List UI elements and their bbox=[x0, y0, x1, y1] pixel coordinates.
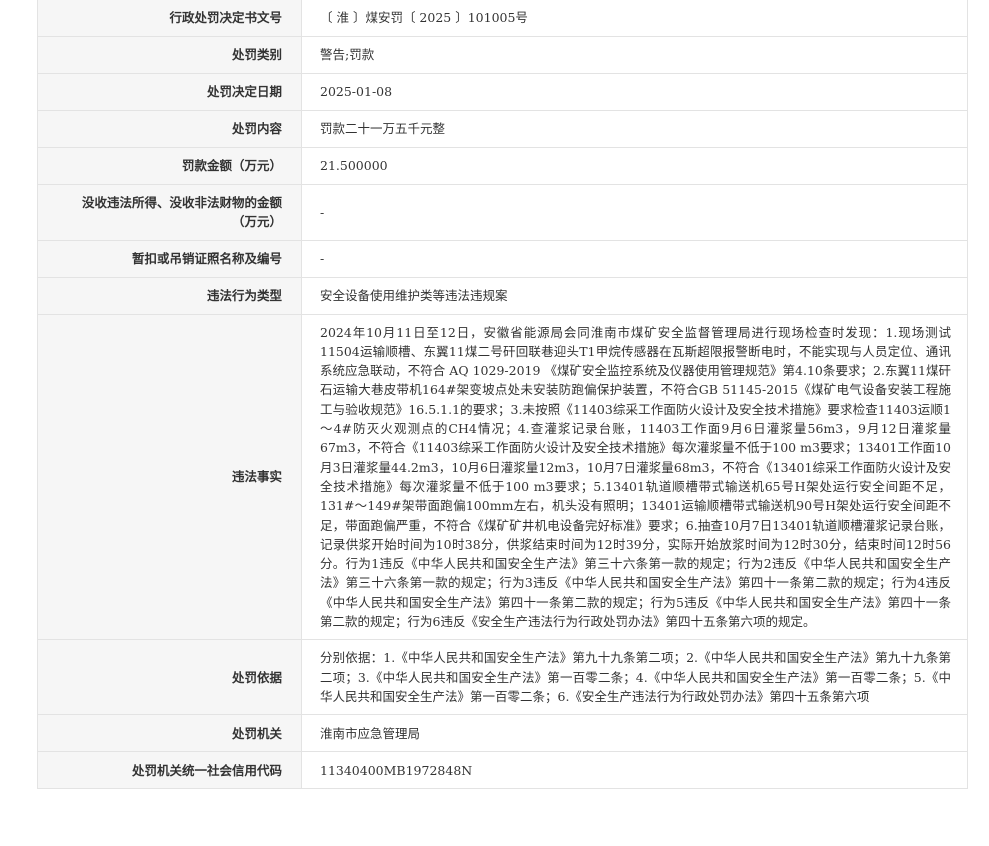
penalty-basis-value: 分别依据：1.《中华人民共和国安全生产法》第九十九条第二项；2.《中华人民共和国… bbox=[301, 639, 968, 716]
license-suspension-value: - bbox=[301, 239, 968, 278]
violation-type-label: 违法行为类型 bbox=[37, 276, 302, 315]
violation-facts-value: 2024年10月11日至12日，安徽省能源局会同淮南市煤矿安全监督管理局进行现场… bbox=[301, 313, 968, 641]
license-suspension-label: 暂扣或吊销证照名称及编号 bbox=[37, 239, 302, 278]
penalty-category-value: 警告;罚款 bbox=[301, 36, 968, 74]
decision-number-label: 行政处罚决定书文号 bbox=[37, 0, 302, 37]
authority-credit-code-value: 11340400MB1972848N bbox=[301, 751, 968, 790]
penalty-basis-label: 处罚依据 bbox=[37, 639, 302, 716]
penalty-authority-label: 处罚机关 bbox=[37, 714, 302, 753]
row-penalty-basis: 处罚依据 分别依据：1.《中华人民共和国安全生产法》第九十九条第二项；2.《中华人… bbox=[37, 639, 968, 716]
decision-number-value: 〔 淮 〕煤安罚〔 2025 〕101005号 bbox=[301, 0, 968, 37]
penalty-content-value: 罚款二十一万五千元整 bbox=[301, 110, 968, 148]
authority-credit-code-label: 处罚机关统一社会信用代码 bbox=[37, 751, 302, 790]
row-license-suspension: 暂扣或吊销证照名称及编号 - bbox=[37, 239, 968, 278]
row-penalty-authority: 处罚机关 淮南市应急管理局 bbox=[37, 714, 968, 753]
row-decision-date: 处罚决定日期 2025-01-08 bbox=[37, 73, 968, 111]
row-violation-type: 违法行为类型 安全设备使用维护类等违法违规案 bbox=[37, 276, 968, 315]
row-penalty-category: 处罚类别 警告;罚款 bbox=[37, 36, 968, 74]
confiscation-amount-label: 没收违法所得、没收非法财物的金额（万元） bbox=[37, 184, 302, 241]
penalty-content-label: 处罚内容 bbox=[37, 110, 302, 148]
row-confiscation-amount: 没收违法所得、没收非法财物的金额（万元） - bbox=[37, 184, 968, 241]
confiscation-amount-value: - bbox=[301, 184, 968, 241]
row-violation-facts: 违法事实 2024年10月11日至12日，安徽省能源局会同淮南市煤矿安全监督管理局… bbox=[37, 313, 968, 641]
violation-facts-label: 违法事实 bbox=[37, 313, 302, 641]
row-fine-amount: 罚款金额（万元） 21.500000 bbox=[37, 147, 968, 185]
fine-amount-value: 21.500000 bbox=[301, 147, 968, 185]
violation-type-value: 安全设备使用维护类等违法违规案 bbox=[301, 276, 968, 315]
decision-date-label: 处罚决定日期 bbox=[37, 73, 302, 111]
decision-date-value: 2025-01-08 bbox=[301, 73, 968, 111]
row-authority-credit-code: 处罚机关统一社会信用代码 11340400MB1972848N bbox=[37, 751, 968, 790]
row-penalty-content: 处罚内容 罚款二十一万五千元整 bbox=[37, 110, 968, 148]
penalty-authority-value: 淮南市应急管理局 bbox=[301, 714, 968, 753]
penalty-info-table: 行政处罚决定书文号〔 淮 〕煤安罚〔 2025 〕101005号 处罚类别 警告;罚… bbox=[37, 0, 968, 790]
fine-amount-label: 罚款金额（万元） bbox=[37, 147, 302, 185]
penalty-category-label: 处罚类别 bbox=[37, 36, 302, 74]
row-decision-number: 行政处罚决定书文号〔 淮 〕煤安罚〔 2025 〕101005号 bbox=[37, 0, 968, 37]
